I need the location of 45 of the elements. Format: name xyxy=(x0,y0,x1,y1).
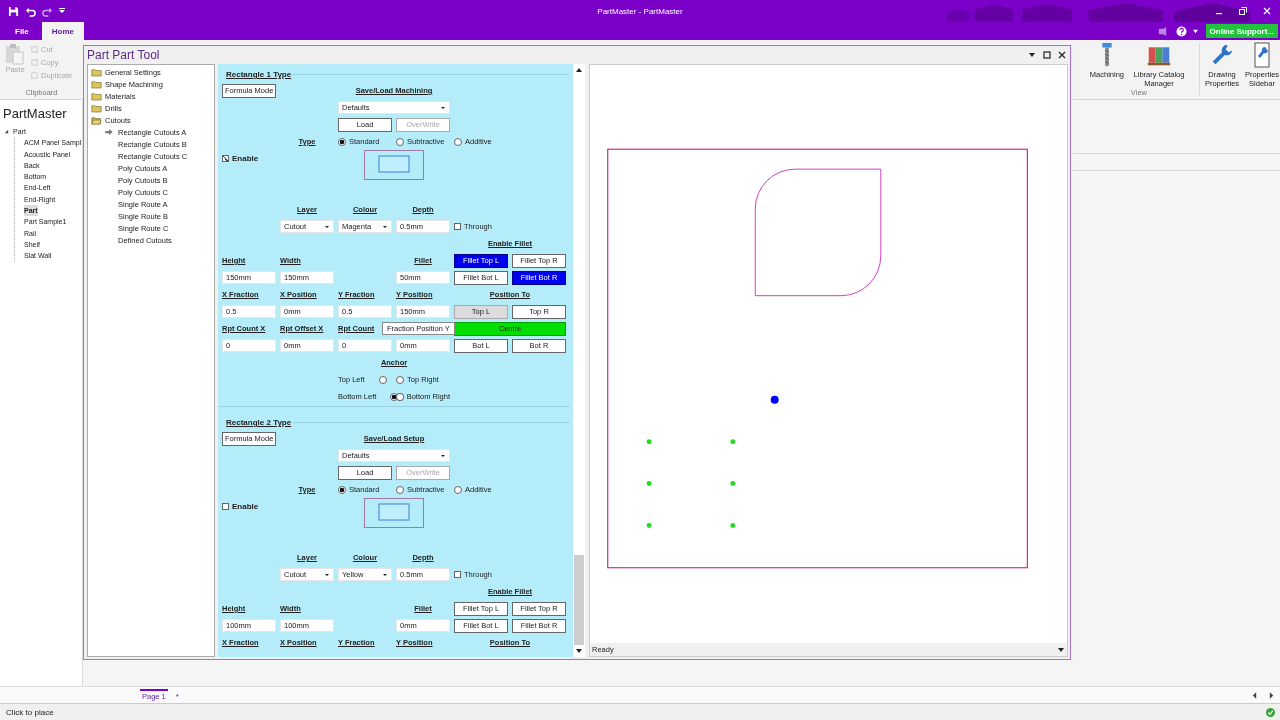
grid-point xyxy=(646,439,652,445)
scrollbar-thumb[interactable] xyxy=(574,555,584,645)
caret-icon[interactable] xyxy=(59,8,65,14)
anchor-point xyxy=(770,395,779,404)
ribbon-tab[interactable]: File xyxy=(6,22,38,40)
caret-icon xyxy=(324,223,330,230)
scroll-up-icon[interactable] xyxy=(575,66,583,74)
scroll-left-icon[interactable] xyxy=(1252,691,1257,699)
grid-point xyxy=(646,522,652,528)
section-title: Rectangle 2 Type xyxy=(226,418,292,427)
tool-window-title: Part Part Tool xyxy=(87,48,160,62)
enable-checkbox[interactable]: Enable xyxy=(222,502,276,511)
caret-icon xyxy=(382,571,388,578)
scroll-right-icon[interactable] xyxy=(1269,691,1274,699)
rectangle-preview-drawing xyxy=(364,150,424,180)
maximize-icon[interactable] xyxy=(1043,51,1051,59)
clipboard-icon xyxy=(5,43,25,65)
grid-point xyxy=(730,439,736,445)
undo-icon[interactable] xyxy=(25,5,36,17)
feedback-icon[interactable] xyxy=(1156,25,1168,37)
redo-icon[interactable] xyxy=(42,5,53,17)
restore-icon[interactable] xyxy=(1238,6,1248,16)
caret-icon xyxy=(440,452,446,459)
rectangle-preview-drawing xyxy=(364,498,424,528)
collapse-arrow-icon[interactable] xyxy=(4,129,9,135)
grid-point xyxy=(730,522,736,528)
status-text: Click to place xyxy=(6,707,54,717)
caret-icon xyxy=(440,104,446,111)
ribbon-tab[interactable]: Home xyxy=(41,22,84,40)
section-title: Rectangle 1 Type xyxy=(226,70,292,79)
caret-icon xyxy=(382,223,388,230)
explorer-title: PartMaster xyxy=(2,106,68,121)
check-icon xyxy=(1266,707,1275,717)
caret-icon xyxy=(324,571,330,578)
grid-point xyxy=(730,481,736,487)
help-icon[interactable] xyxy=(1175,25,1187,37)
save-icon[interactable] xyxy=(8,5,19,17)
caret-icon[interactable] xyxy=(1192,28,1198,34)
enable-checkbox[interactable]: Enable xyxy=(222,154,276,163)
dropdown-icon[interactable] xyxy=(1057,645,1065,654)
grid-point xyxy=(646,481,652,487)
close-icon[interactable] xyxy=(1058,51,1066,59)
dropdown-icon[interactable] xyxy=(1028,51,1036,59)
scroll-down-icon[interactable] xyxy=(575,647,583,655)
window-title: PartMaster - PartMaster xyxy=(596,6,684,16)
